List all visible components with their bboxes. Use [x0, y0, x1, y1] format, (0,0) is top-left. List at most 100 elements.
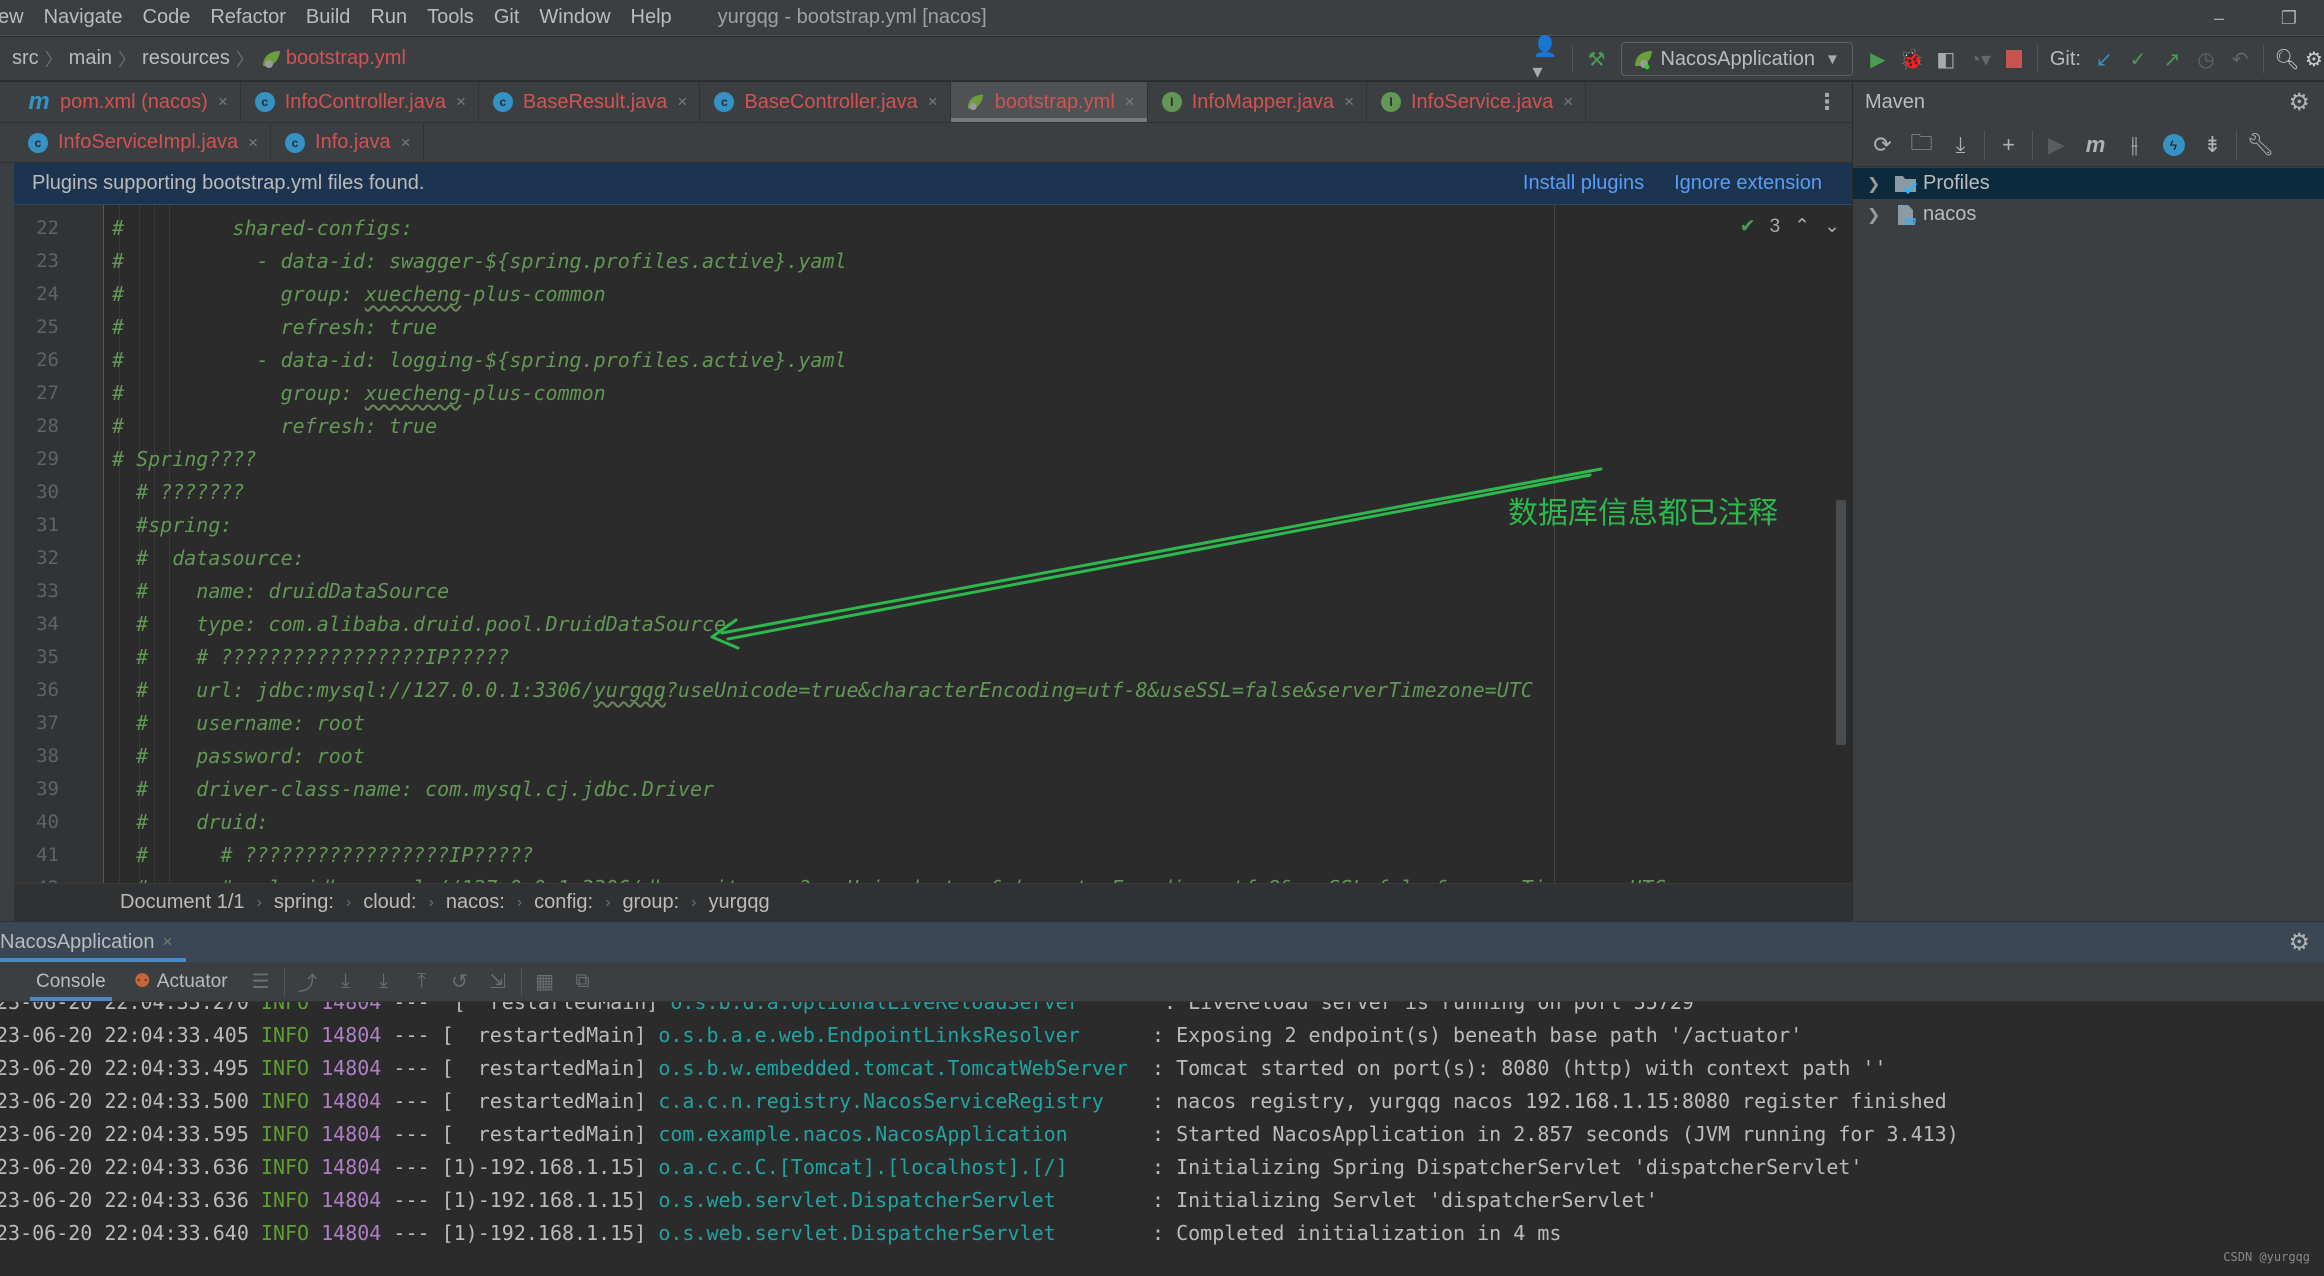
spelling-warning-word[interactable]: xuecheng	[365, 282, 461, 306]
search-icon[interactable]: 🔍︎	[2270, 42, 2304, 76]
menu-window[interactable]: Window	[539, 6, 610, 29]
tab-bootstrap-yml[interactable]: bootstrap.yml ×	[950, 82, 1148, 122]
chevron-right-icon[interactable]: ❯	[1867, 174, 1893, 194]
collapse-all-icon[interactable]: ⇟	[2193, 127, 2232, 163]
run-icon[interactable]: ▶	[1861, 42, 1895, 76]
gear-icon[interactable]: ⚙	[2288, 88, 2310, 117]
menu-refactor[interactable]: Refactor	[210, 6, 286, 29]
clear-icon[interactable]: ⇲	[479, 969, 517, 994]
close-icon[interactable]: ×	[928, 92, 938, 112]
tab-infoserviceimpl[interactable]: c InfoServiceImpl.java ×	[14, 123, 272, 162]
menu-navigate[interactable]: Navigate	[44, 6, 123, 29]
download-icon[interactable]: ⤓	[1941, 127, 1980, 163]
close-icon[interactable]: ×	[677, 92, 687, 112]
spelling-warning-word[interactable]: yurgqg	[594, 678, 666, 702]
minimize-button[interactable]: –	[2184, 8, 2254, 29]
layout-icon[interactable]: ⧉	[564, 970, 602, 993]
debug-icon[interactable]: 🐞	[1895, 42, 1929, 76]
git-push-icon[interactable]: ↗	[2155, 42, 2189, 76]
menu-git[interactable]: Git	[494, 6, 520, 29]
scroll-up-icon[interactable]: ⤒	[403, 970, 441, 993]
yaml-breadcrumb-item[interactable]: cloud:	[363, 891, 416, 914]
tab-basecontroller[interactable]: c BaseController.java ×	[700, 82, 951, 122]
folder-reload-icon[interactable]: 🗀	[1902, 127, 1941, 163]
close-icon[interactable]: ×	[218, 92, 228, 112]
build-hammer-icon[interactable]: ⚒	[1579, 42, 1613, 76]
crumb-src[interactable]: src	[0, 47, 45, 70]
code-fragment: -plus-common	[461, 381, 606, 405]
tab-baseresult[interactable]: c BaseResult.java ×	[479, 82, 701, 122]
run-tab-nacosapplication[interactable]: NacosApplication ×	[0, 922, 187, 962]
wrench-icon[interactable]: 🔧︎	[2241, 127, 2280, 163]
run-config-select[interactable]: NacosApplication ▼	[1621, 42, 1853, 76]
close-icon[interactable]: ×	[248, 133, 258, 153]
menu-tools[interactable]: Tools	[427, 6, 474, 29]
history-icon[interactable]: ◷	[2189, 42, 2223, 76]
scroll-to-stacktrace-icon[interactable]: ⤴	[289, 967, 327, 996]
menu-lines-icon[interactable]: ☰	[242, 969, 280, 994]
close-icon[interactable]: ×	[1125, 92, 1135, 112]
yaml-breadcrumb-item[interactable]: yurgqg	[708, 891, 769, 914]
run-icon[interactable]: ▶	[2037, 127, 2076, 163]
yaml-breadcrumb-item[interactable]: config:	[534, 891, 593, 914]
menu-help[interactable]: Help	[631, 6, 672, 29]
code-editor[interactable]: 22 23 24 25 26 27 28 29 30 31 32 33 34 35 36 37 38 39 40 41…	[14, 205, 1852, 883]
crumb-resources[interactable]: resources	[136, 47, 236, 70]
inspection-widget[interactable]: ✔︎ 3 ⌃ ⌄	[1740, 215, 1840, 238]
chevron-right-icon[interactable]: ❯	[1867, 205, 1893, 225]
settings-icon[interactable]: ⚙	[2304, 42, 2324, 76]
crumb-main[interactable]: main	[63, 47, 118, 70]
menu-view[interactable]: ew	[0, 6, 24, 29]
close-icon[interactable]: ×	[1344, 92, 1354, 112]
menu-run[interactable]: Run	[370, 6, 407, 29]
tree-item-profiles[interactable]: ❯ Profiles	[1853, 168, 2324, 199]
profile-icon[interactable]: ◔▾	[1963, 42, 1997, 76]
tab-actuator[interactable]: ⚉ Actuator	[120, 962, 242, 1001]
tab-infomapper[interactable]: I InfoMapper.java ×	[1148, 82, 1367, 122]
restore-button[interactable]: ❐	[2254, 8, 2324, 29]
add-icon[interactable]: +	[1989, 127, 2028, 163]
chevron-down-icon[interactable]: ⌄	[1824, 215, 1840, 238]
skip-tests-icon[interactable]: ϟ	[2154, 127, 2193, 163]
tab-label: bootstrap.yml	[994, 90, 1115, 113]
tree-item-nacos[interactable]: ❯ m nacos	[1853, 199, 2324, 230]
toggle-offline-icon[interactable]: ⫲	[2115, 127, 2154, 163]
coverage-icon[interactable]: ◧	[1929, 42, 1963, 76]
tab-infocontroller[interactable]: c InfoController.java ×	[241, 82, 479, 122]
ignore-extension-link[interactable]: Ignore extension	[1674, 172, 1822, 195]
git-update-icon[interactable]: ↙	[2087, 42, 2121, 76]
tab-info-java[interactable]: c Info.java ×	[271, 123, 424, 162]
log-thread: --- [1)-192.168.1.15]	[393, 1188, 647, 1212]
crumb-bootstrap-yml[interactable]: bootstrap.yml	[254, 47, 412, 70]
console-output[interactable]: 23-06-20 22:04:33.270 INFO 14804 --- [ r…	[0, 1002, 2324, 1276]
tab-infoservice[interactable]: I InfoService.java ×	[1367, 82, 1587, 122]
maven-goal-icon[interactable]: m	[2076, 127, 2115, 163]
user-icon[interactable]: 👤▾	[1532, 36, 1566, 83]
menu-code[interactable]: Code	[143, 6, 191, 29]
close-icon[interactable]: ×	[163, 932, 173, 952]
gear-icon[interactable]: ⚙	[2288, 928, 2310, 957]
spelling-warning-word[interactable]: xuecheng	[365, 381, 461, 405]
tab-console[interactable]: Console	[22, 962, 120, 1001]
tab-pom-xml[interactable]: m pom.xml (nacos) ×	[14, 82, 241, 122]
yaml-breadcrumb-item[interactable]: nacos:	[446, 891, 505, 914]
close-icon[interactable]: ×	[1563, 92, 1573, 112]
soft-wrap-icon[interactable]: ↺	[441, 969, 479, 994]
chevron-up-icon[interactable]: ⌃	[1794, 215, 1810, 238]
close-icon[interactable]: ×	[401, 133, 411, 153]
git-commit-icon[interactable]: ✓	[2121, 42, 2155, 76]
scroll-end-icon[interactable]: ⤓	[365, 970, 403, 993]
rollback-icon[interactable]: ↶	[2223, 42, 2257, 76]
reload-icon[interactable]: ⟳	[1863, 127, 1902, 163]
close-icon[interactable]: ×	[456, 92, 466, 112]
menu-build[interactable]: Build	[306, 6, 350, 29]
stop-icon[interactable]	[1997, 42, 2031, 76]
yaml-breadcrumb-item[interactable]: spring:	[274, 891, 334, 914]
install-plugins-link[interactable]: Install plugins	[1523, 172, 1644, 195]
more-tabs-icon[interactable]: ⋮	[1816, 89, 1838, 115]
scroll-down-icon[interactable]: ⤓	[327, 970, 365, 993]
editor-scrollbar[interactable]	[1836, 500, 1846, 745]
yaml-breadcrumb-item[interactable]: Document 1/1	[120, 891, 245, 914]
yaml-breadcrumb-item[interactable]: group:	[622, 891, 679, 914]
calculator-icon[interactable]: ▦	[526, 969, 564, 994]
